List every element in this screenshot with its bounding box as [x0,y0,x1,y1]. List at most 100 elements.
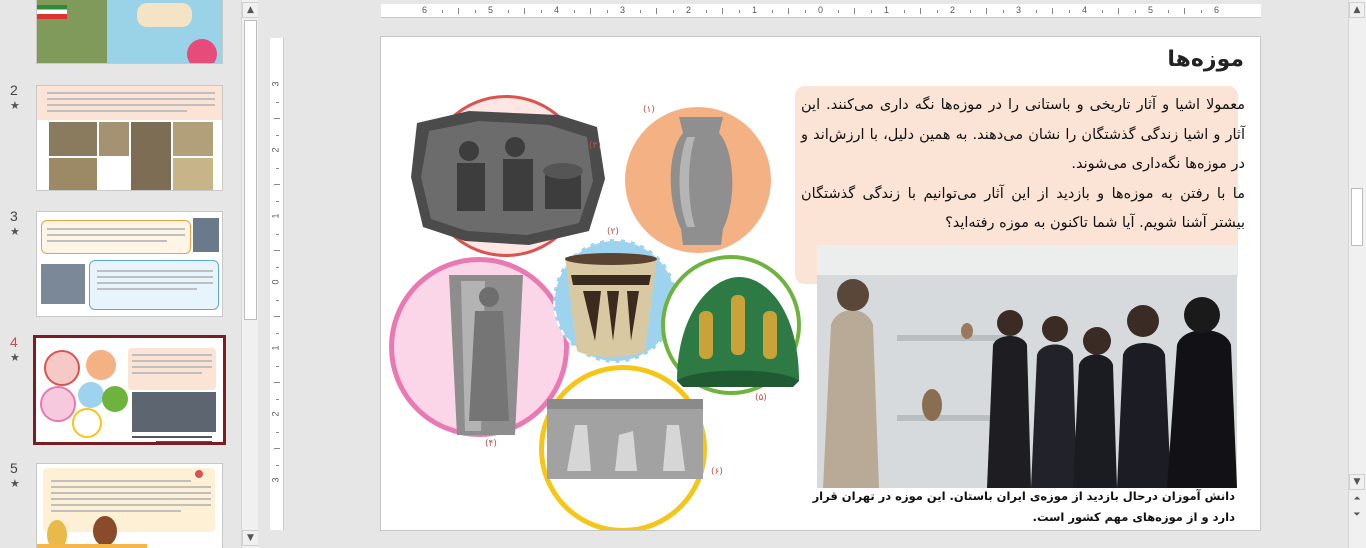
thumbnail-scroll-up-button[interactable]: ▲ [242,2,258,18]
ruler-h-tick [474,10,476,13]
ruler-h-tick [1068,10,1070,13]
artifact-label-3: (۳) [589,141,601,151]
slide-thumbnail-5[interactable] [36,463,223,548]
ruler-h-label: 4 [1082,5,1088,15]
ruler-h-label: 0 [818,5,824,15]
slide-canvas[interactable]: (۳) (۱) (۴) (۲) (۵) [380,36,1261,531]
slide-number-3: 3 [10,208,18,224]
ruler-h-tick [672,10,674,13]
thumbnail-pane-scrollbar[interactable]: ▲ ▼ [241,0,258,548]
slide-title[interactable]: موزه‌ها [1167,47,1244,72]
ruler-v-tick [276,134,279,136]
ruler-h-label: 2 [686,5,692,15]
artifact-label-1: (۱) [643,105,655,115]
body-paragraph-2: ما با رفتن به موزه‌ها و بازدید از این آث… [801,185,1245,232]
ruler-h-tick [1035,10,1037,13]
ruler-h-label: 1 [752,5,758,15]
ruler-h-tick [656,8,657,14]
ruler-v-tick [276,365,279,367]
artifact-label-6: (۶) [711,467,723,477]
ruler-v-tick [274,184,280,185]
ruler-h-tick [1200,10,1202,13]
gold-helmet-image[interactable] [673,271,803,389]
slide-thumbnail-pane: 2 ★ 3 ★ 4 ★ 5 ★ ▲ ▼ [0,0,258,548]
ruler-v-label: 3 [270,81,281,87]
ruler-v-tick [274,316,280,317]
ruler-h-tick [1101,10,1103,13]
slide-thumbnail-1[interactable] [36,0,223,64]
ruler-h-tick [771,10,773,13]
ruler-h-tick [1118,8,1119,14]
ruler-h-tick [936,10,938,13]
ruler-h-tick [837,10,839,13]
editor-scroll-up-button[interactable]: ▲ [1349,2,1365,18]
ruler-v-label: 1 [270,213,281,219]
clay-vase-image[interactable] [665,111,737,249]
horizontal-ruler[interactable]: 6 5 4 3 2 1 0 1 2 3 4 5 6 [381,4,1261,18]
ruler-h-tick [507,10,509,13]
slide-transition-star-2: ★ [10,99,20,112]
ruler-h-label: 2 [950,5,956,15]
thumbnail-scroll-thumb[interactable] [244,20,257,320]
ruler-h-tick [920,8,921,14]
ruler-v-tick [276,266,279,268]
ruler-h-tick [722,8,723,14]
ruler-v-tick [276,233,279,235]
ruler-h-tick [1134,10,1136,13]
slide-thumbnail-3[interactable] [36,211,223,317]
previous-slide-button[interactable]: ⏶ [1349,492,1365,508]
ruler-h-label: 3 [1016,5,1022,15]
vertical-ruler[interactable]: 3 2 1 0 1 2 3 [270,38,284,530]
slide-thumbnail-2[interactable] [36,85,223,191]
ruler-h-tick [606,10,608,13]
ruler-h-tick [639,10,641,13]
ruler-h-tick [1052,8,1053,14]
silver-vessel-image[interactable] [445,271,527,437]
ruler-h-label: 5 [1148,5,1154,15]
ruler-h-tick [870,10,872,13]
painted-cup-image[interactable] [561,251,661,361]
photo-caption[interactable]: دانش آموزان درحال بازدید از موزه‌ی ایران… [799,486,1235,528]
ruler-v-label: 1 [270,345,281,351]
editor-scroll-down-button[interactable]: ▼ [1349,474,1365,490]
ruler-h-tick [705,10,707,13]
stone-relief-image[interactable] [409,107,605,247]
ruler-v-tick [276,200,279,202]
ruler-h-label: 6 [1214,5,1220,15]
cylinder-seal-image[interactable] [545,395,705,481]
ruler-h-tick [854,8,855,14]
ruler-h-tick [573,10,575,13]
slide-transition-star-4: ★ [10,351,20,364]
ruler-h-label: 4 [554,5,560,15]
ruler-v-tick [276,431,279,433]
ruler-v-tick [276,332,279,334]
ruler-h-tick [1167,10,1169,13]
artifact-label-2: (۲) [607,227,619,237]
artifact-label-4: (۴) [485,439,497,449]
powerpoint-window: 2 ★ 3 ★ 4 ★ 5 ★ ▲ ▼ 6 5 4 3 2 1 0 1 2 3 … [0,0,1366,548]
slide-thumbnail-4-selected[interactable] [33,335,226,445]
ruler-h-tick [590,8,591,14]
slide-editor-scrollbar[interactable]: ▲ ▼ ⏶ ⏷ [1348,0,1366,548]
ruler-v-tick [276,167,279,169]
ruler-v-label: 0 [270,279,281,285]
museum-visit-photo[interactable] [817,245,1237,488]
ruler-v-tick [274,448,280,449]
body-paragraph-1: معمولا اشیا و آثار تاریخی و باستانی را د… [801,97,1245,172]
ruler-v-tick [274,250,280,251]
artifact-label-5: (۵) [755,393,767,403]
slide-number-4: 4 [10,334,18,350]
editor-scroll-thumb[interactable] [1351,188,1363,246]
ruler-h-tick [969,10,971,13]
ruler-h-tick [738,10,740,13]
slide-number-5: 5 [10,460,18,476]
ruler-h-tick [788,8,789,14]
slide-body-text[interactable]: معمولا اشیا و آثار تاریخی و باستانی را د… [801,91,1245,239]
ruler-v-tick [276,464,279,466]
next-slide-button[interactable]: ⏷ [1349,508,1365,524]
ruler-h-label: 3 [620,5,626,15]
ruler-v-label: 2 [270,411,281,417]
slide-number-2: 2 [10,82,18,98]
thumbnail-scroll-down-button[interactable]: ▼ [242,530,258,546]
ruler-h-tick [903,10,905,13]
